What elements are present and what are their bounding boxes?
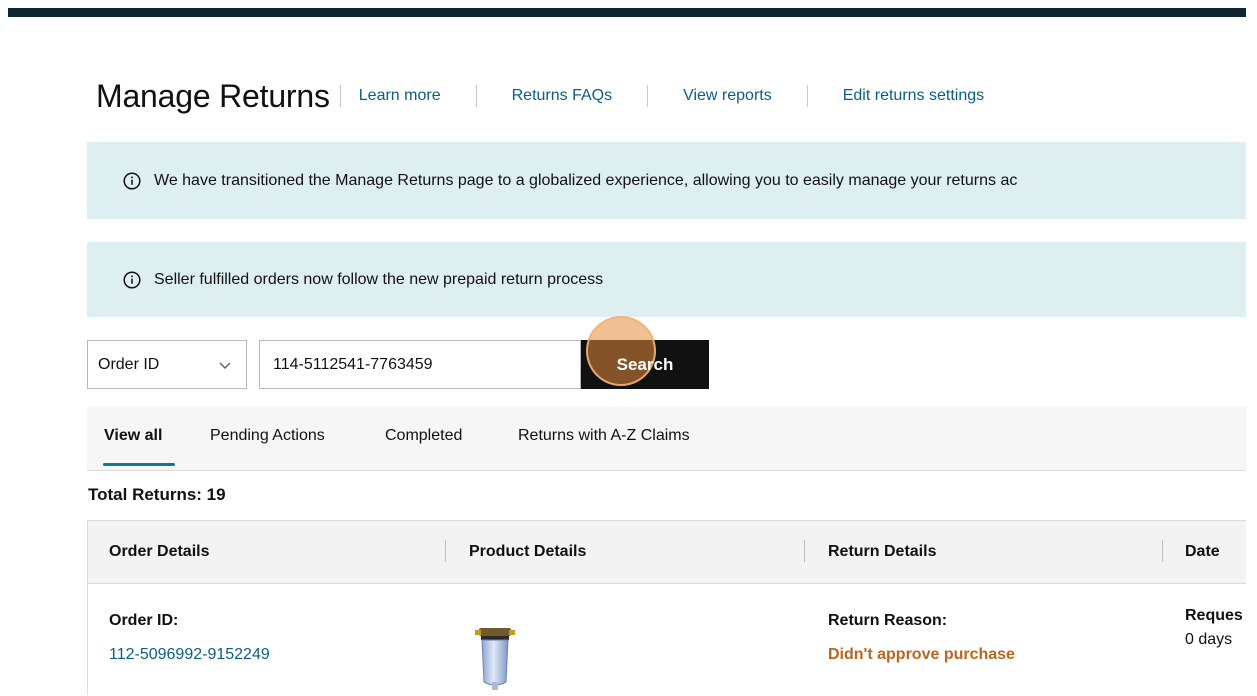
banner-text: Seller fulfilled orders now follow the n… <box>154 270 604 288</box>
banner-text: We have transitioned the Manage Returns … <box>154 171 1018 189</box>
order-id-link[interactable]: 112-5096992-9152249 <box>109 646 270 664</box>
top-navigation-bar <box>8 8 1246 17</box>
search-button-label: Search <box>616 354 674 374</box>
info-icon <box>123 270 141 289</box>
returns-faqs-link[interactable]: Returns FAQs <box>512 87 612 105</box>
column-header-order-details: Order Details <box>109 543 210 560</box>
returns-tabs: View all Pending Actions Completed Retur… <box>87 407 1257 471</box>
tab-view-all[interactable]: View all <box>104 427 162 445</box>
search-input[interactable] <box>259 340 581 389</box>
search-field-select[interactable]: Order ID <box>87 340 247 389</box>
info-banner-prepaid: Seller fulfilled orders now follow the n… <box>87 242 1257 317</box>
view-reports-link[interactable]: View reports <box>683 87 772 105</box>
page-title: Manage Returns <box>96 77 330 114</box>
date-label: Reques <box>1185 607 1243 624</box>
column-divider <box>804 540 805 562</box>
viewport-edge <box>1246 0 1257 695</box>
learn-more-link[interactable]: Learn more <box>359 87 441 105</box>
edit-returns-settings-link[interactable]: Edit returns settings <box>843 87 984 105</box>
tab-completed[interactable]: Completed <box>385 427 462 445</box>
info-icon <box>123 171 141 190</box>
divider <box>339 85 341 107</box>
returns-table: Order Details Product Details Return Det… <box>87 520 1257 695</box>
return-reason-value: Didn't approve purchase <box>828 646 1015 663</box>
column-divider <box>1162 540 1163 562</box>
divider <box>806 85 808 107</box>
info-banner-globalized: We have transitioned the Manage Returns … <box>87 142 1257 219</box>
date-value: 0 days <box>1185 631 1233 648</box>
table-header: Order Details Product Details Return Det… <box>88 521 1257 584</box>
column-divider <box>445 540 446 562</box>
divider <box>647 85 649 107</box>
active-tab-indicator <box>103 463 175 466</box>
tab-returns-with-az-claims[interactable]: Returns with A-Z Claims <box>518 427 690 445</box>
column-header-return-details: Return Details <box>828 543 937 560</box>
column-header-product-details: Product Details <box>469 543 587 560</box>
return-reason-label: Return Reason: <box>828 612 948 629</box>
product-image[interactable] <box>473 626 517 696</box>
tab-pending-actions[interactable]: Pending Actions <box>210 427 325 445</box>
select-value: Order ID <box>98 355 160 373</box>
column-header-date: Date <box>1185 543 1220 560</box>
search-button[interactable]: Search <box>581 316 709 389</box>
order-id-label: Order ID: <box>109 612 179 629</box>
divider <box>475 85 477 107</box>
search-bar: Order ID Search <box>87 316 709 389</box>
total-returns-count: Total Returns: 19 <box>88 485 226 504</box>
click-indicator <box>586 316 656 386</box>
page-header: Manage Returns Learn more Returns FAQs V… <box>96 76 984 116</box>
chevron-down-icon <box>219 361 231 369</box>
